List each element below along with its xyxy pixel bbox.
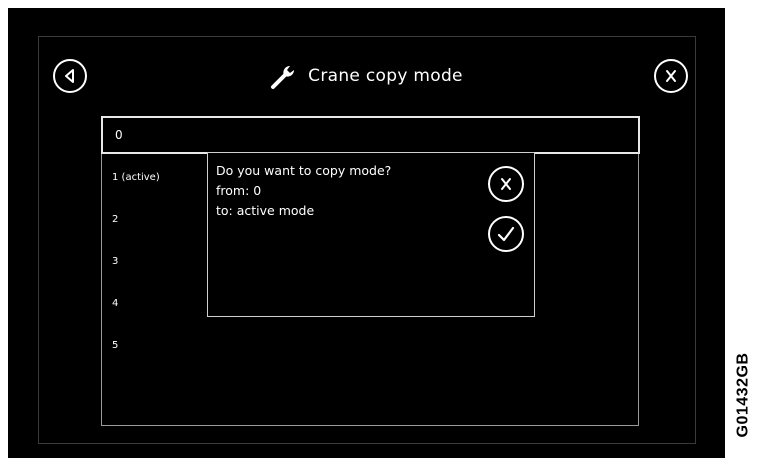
screen: Crane copy mode 0 1 (active) 2 3 4 5 Do … xyxy=(8,8,725,458)
page-header: Crane copy mode xyxy=(8,60,725,92)
mode-list-item[interactable]: 5 xyxy=(112,340,118,351)
dialog-question: Do you want to copy mode? xyxy=(216,163,392,178)
figure-code-text: G01432GB xyxy=(734,352,751,438)
wrench-icon xyxy=(271,66,295,89)
copy-mode-dialog: Do you want to copy mode? from: 0 to: ac… xyxy=(207,152,535,317)
dialog-cancel-button[interactable] xyxy=(488,166,524,202)
dialog-from-line: from: 0 xyxy=(216,183,262,198)
checkmark-icon xyxy=(497,226,515,242)
mode-list-item[interactable]: 3 xyxy=(112,256,118,267)
close-button[interactable] xyxy=(654,59,688,93)
mode-list-item[interactable]: 4 xyxy=(112,298,118,309)
close-icon xyxy=(666,70,676,82)
mode-list-selected-item[interactable]: 0 xyxy=(101,116,640,154)
dialog-message: Do you want to copy mode? from: 0 to: ac… xyxy=(216,161,391,221)
page-title: Crane copy mode xyxy=(308,66,463,86)
dialog-confirm-button[interactable] xyxy=(488,216,524,252)
close-icon xyxy=(501,178,511,190)
selected-mode-label: 0 xyxy=(115,128,123,142)
dialog-to-line: to: active mode xyxy=(216,203,315,218)
figure-code: G01432GB xyxy=(728,330,758,460)
mode-list-item[interactable]: 2 xyxy=(112,214,118,225)
mode-list-item[interactable]: 1 (active) xyxy=(112,172,160,183)
